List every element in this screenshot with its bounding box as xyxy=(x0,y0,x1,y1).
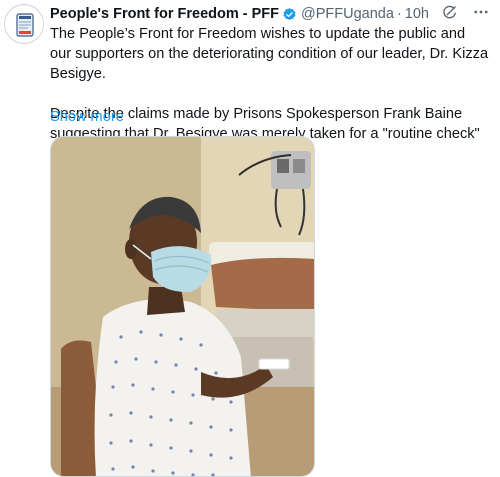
clinic-photo xyxy=(51,137,314,476)
pff-logo xyxy=(6,6,43,43)
tweet-card[interactable]: People's Front for Freedom - PFF @PFFUga… xyxy=(0,0,500,477)
timestamp[interactable]: 10h xyxy=(405,6,429,22)
grok-icon[interactable] xyxy=(440,3,458,21)
more-options-icon[interactable] xyxy=(472,3,490,21)
tweet-header: People's Front for Freedom - PFF @PFFUga… xyxy=(50,4,429,24)
verified-badge-icon xyxy=(282,7,297,22)
tweet-paragraph-1: The People’s Front for Freedom wishes to… xyxy=(50,26,489,82)
author-handle[interactable]: @PFFUganda xyxy=(301,6,394,22)
author-name[interactable]: People's Front for Freedom - PFF xyxy=(50,6,279,22)
tweet-actions xyxy=(440,3,490,21)
tweet-photo[interactable] xyxy=(50,136,315,477)
show-more-link[interactable]: Show more xyxy=(50,107,124,127)
separator-dot: · xyxy=(396,6,402,22)
avatar[interactable] xyxy=(4,4,44,44)
